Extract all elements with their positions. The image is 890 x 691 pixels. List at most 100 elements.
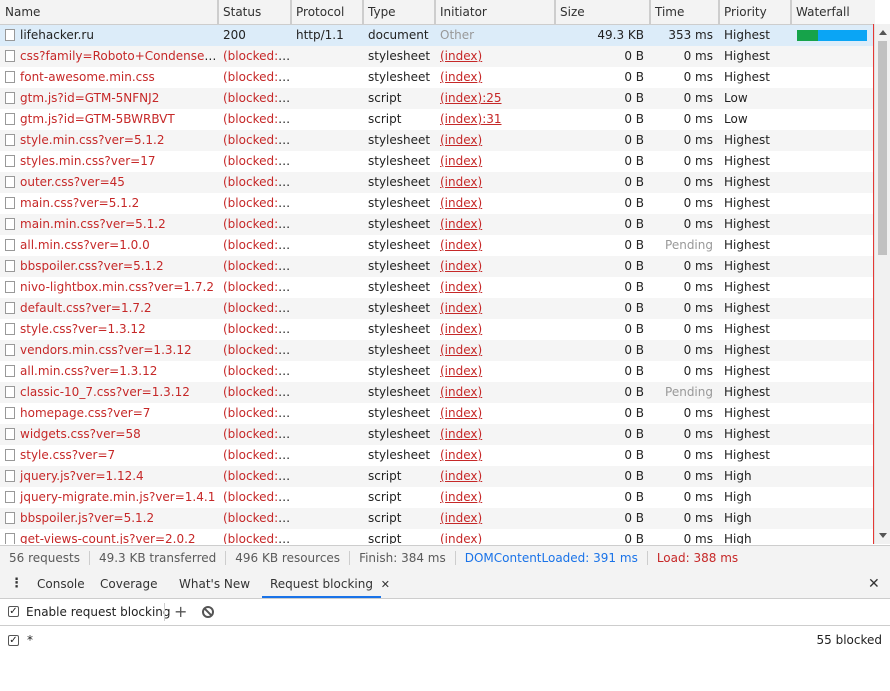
cell-initiator[interactable]: (index) [435,46,555,67]
cell-initiator[interactable]: (index) [435,256,555,277]
cell-initiator[interactable]: (index) [435,67,555,88]
more-vert-icon[interactable]: ⋮ [10,571,23,598]
table-row[interactable]: style.css?ver=1.3.12 (blocked:d... stylesh… [0,319,875,340]
scrollbar-thumb[interactable] [878,41,887,255]
column-header-status[interactable]: Status [218,0,291,24]
cell-initiator[interactable]: (index) [435,403,555,424]
table-row[interactable]: nivo-lightbox.min.css?ver=1.7.2 (blocked:… [0,277,875,298]
column-header-type[interactable]: Type [363,0,435,24]
cell-time: Pending [650,235,719,256]
close-tab-icon[interactable]: ✕ [381,578,390,591]
table-row[interactable]: main.css?ver=5.1.2 (blocked:d... styleshee… [0,193,875,214]
request-name: bbspoiler.js?ver=5.1.2 [20,511,155,525]
cell-initiator[interactable]: (index) [435,508,555,529]
table-row[interactable]: default.css?ver=1.7.2 (blocked:d... styles… [0,298,875,319]
request-name: bbspoiler.css?ver=5.1.2 [20,259,164,273]
cell-initiator[interactable]: (index) [435,172,555,193]
cell-protocol [291,109,363,130]
cell-initiator[interactable]: (index) [435,361,555,382]
column-header-time[interactable]: Time [650,0,719,24]
cell-initiator[interactable]: (index) [435,130,555,151]
cell-initiator[interactable]: (index) [435,445,555,466]
enable-request-blocking-checkbox[interactable]: ✓ [8,606,19,617]
cell-priority: Highest [719,319,791,340]
column-header-protocol[interactable]: Protocol [291,0,363,24]
table-row[interactable]: vendors.min.css?ver=1.3.12 (blocked:d... s… [0,340,875,361]
pattern-checkbox[interactable]: ✓ [8,635,19,646]
cell-initiator[interactable]: (index) [435,529,555,544]
tab-request-blocking[interactable]: Request blocking ✕ [262,571,390,598]
document-icon [5,428,15,440]
table-row[interactable]: bbspoiler.js?ver=5.1.2 (blocked:d... scrip… [0,508,875,529]
table-row[interactable]: style.min.css?ver=5.1.2 (blocked:d... styl… [0,130,875,151]
scroll-down-arrow-icon[interactable] [879,533,887,538]
cell-initiator[interactable]: (index) [435,235,555,256]
table-row[interactable]: jquery-migrate.min.js?ver=1.4.1 (blocked:… [0,487,875,508]
cell-priority: Highest [719,235,791,256]
request-name: classic-10_7.css?ver=1.3.12 [20,385,190,399]
request-initiator: (index) [440,217,483,231]
block-icon[interactable] [202,606,214,618]
tab-coverage[interactable]: Coverage [100,571,158,598]
cell-priority: Highest [719,361,791,382]
request-initiator: Other [440,28,475,42]
document-icon [5,113,15,125]
cell-priority: Highest [719,403,791,424]
tab-whats-new[interactable]: What's New [179,571,250,598]
document-icon [5,260,15,272]
request-initiator: (index) [440,133,483,147]
cell-initiator[interactable]: (index) [435,340,555,361]
column-header-name[interactable]: Name [0,0,218,24]
cell-initiator[interactable]: (index) [435,193,555,214]
request-time: 0 ms [683,301,713,315]
table-row[interactable]: get-views-count.js?ver=2.0.2 (blocked:d..… [0,529,875,544]
column-header-size[interactable]: Size [555,0,650,24]
table-row[interactable]: all.min.css?ver=1.0.0 (blocked:d... styles… [0,235,875,256]
plus-icon[interactable]: + [174,599,187,625]
table-row[interactable]: all.min.css?ver=1.3.12 (blocked:d... style… [0,361,875,382]
table-row[interactable]: style.css?ver=7 (blocked:d... stylesheet (i… [0,445,875,466]
table-row[interactable]: main.min.css?ver=5.1.2 (blocked:d... style… [0,214,875,235]
cell-initiator[interactable]: (index) [435,487,555,508]
close-icon[interactable]: ✕ [868,571,880,598]
cell-initiator[interactable]: (index):31 [435,109,555,130]
tab-console[interactable]: Console [37,571,85,598]
table-row[interactable]: css?family=Roboto+Condensed:4... (blocked… [0,46,875,67]
request-type: document [368,28,429,42]
table-row[interactable]: styles.min.css?ver=17 (blocked:d... styles… [0,151,875,172]
table-row[interactable]: classic-10_7.css?ver=1.3.12 (blocked:d...… [0,382,875,403]
column-header-initiator[interactable]: Initiator [435,0,555,24]
table-row[interactable]: font-awesome.min.css (blocked:d... stylesh… [0,67,875,88]
cell-initiator[interactable]: (index) [435,319,555,340]
scroll-up-arrow-icon[interactable] [879,30,887,35]
table-row[interactable]: gtm.js?id=GTM-5NFNJ2 (blocked:d... script (… [0,88,875,109]
table-scrollbar[interactable] [874,24,890,544]
cell-time: 0 ms [650,340,719,361]
request-size: 0 B [624,280,644,294]
column-header-waterfall[interactable]: Waterfall [791,0,875,24]
cell-initiator[interactable]: (index) [435,151,555,172]
column-header-priority[interactable]: Priority [719,0,791,24]
table-row[interactable]: outer.css?ver=45 (blocked:d... stylesheet (… [0,172,875,193]
cell-initiator[interactable]: (index) [435,382,555,403]
request-name: get-views-count.js?ver=2.0.2 [20,532,196,544]
cell-initiator[interactable]: (index) [435,214,555,235]
table-row[interactable]: jquery.js?ver=1.12.4 (blocked:d... script (… [0,466,875,487]
summary-transferred: 49.3 KB transferred [89,551,227,565]
table-row[interactable]: lifehacker.ru 200 http/1.1 document Other 49.… [0,25,875,46]
cell-initiator[interactable]: (index):25 [435,88,555,109]
table-row[interactable]: homepage.css?ver=7 (blocked:d... styleshee… [0,403,875,424]
table-row[interactable]: widgets.css?ver=58 (blocked:d... styleshee… [0,424,875,445]
table-row[interactable]: gtm.js?id=GTM-5BWRBVT (blocked:d... script… [0,109,875,130]
table-row[interactable]: bbspoiler.css?ver=5.1.2 (blocked:d... styl… [0,256,875,277]
cell-initiator[interactable]: (index) [435,466,555,487]
cell-initiator[interactable]: (index) [435,298,555,319]
request-priority: Highest [724,70,770,84]
request-initiator: (index) [440,301,483,315]
cell-initiator[interactable]: (index) [435,424,555,445]
cell-size: 0 B [555,382,650,403]
document-icon [5,512,15,524]
summary-load: Load: 388 ms [656,551,739,565]
cell-initiator[interactable]: (index) [435,277,555,298]
request-name: jquery.js?ver=1.12.4 [20,469,144,483]
